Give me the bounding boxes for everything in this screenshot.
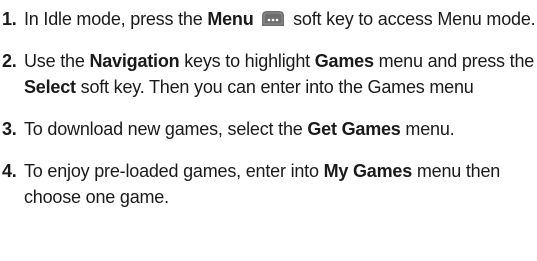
- step-text-segment: To enjoy pre-loaded games, enter into: [24, 161, 324, 181]
- step-text-segment: soft key to access Menu mode.: [288, 9, 536, 29]
- step-text-segment: menu and press the: [373, 51, 535, 71]
- step-number: 2.: [2, 51, 17, 71]
- step-text: Use the Navigation keys to highlight Gam…: [24, 51, 534, 97]
- step-number: 3.: [2, 119, 17, 139]
- step-number: 4.: [2, 161, 17, 181]
- step-text-segment: Use the: [24, 51, 90, 71]
- keyword-get-games: Get Games: [307, 119, 401, 139]
- instruction-list: 1. In Idle mode, press the Menu soft key…: [0, 0, 537, 210]
- keyword-menu: Menu: [207, 9, 254, 29]
- step-text: To download new games, select the Get Ga…: [24, 119, 455, 139]
- step-item: 2. Use the Navigation keys to highlight …: [0, 48, 537, 100]
- step-item: 4. To enjoy pre-loaded games, enter into…: [0, 158, 537, 210]
- menu-soft-key-icon: [262, 11, 285, 26]
- keyword-games: Games: [314, 51, 374, 71]
- step-text-segment: soft key. Then you can enter into the Ga…: [75, 77, 474, 97]
- step-text-segment: menu.: [400, 119, 455, 139]
- step-item: 3. To download new games, select the Get…: [0, 116, 537, 142]
- step-text-segment: To download new games, select the: [24, 119, 308, 139]
- step-text-segment: In Idle mode, press the: [24, 9, 208, 29]
- step-number: 1.: [2, 9, 17, 29]
- step-item: 1. In Idle mode, press the Menu soft key…: [0, 6, 537, 32]
- keyword-my-games: My Games: [323, 161, 413, 181]
- keyword-navigation: Navigation: [89, 51, 180, 71]
- keyword-select: Select: [24, 77, 76, 97]
- step-text-segment: keys to highlight: [179, 51, 315, 71]
- step-text: To enjoy pre-loaded games, enter into My…: [24, 161, 500, 207]
- step-text: In Idle mode, press the Menu soft key to…: [24, 9, 536, 29]
